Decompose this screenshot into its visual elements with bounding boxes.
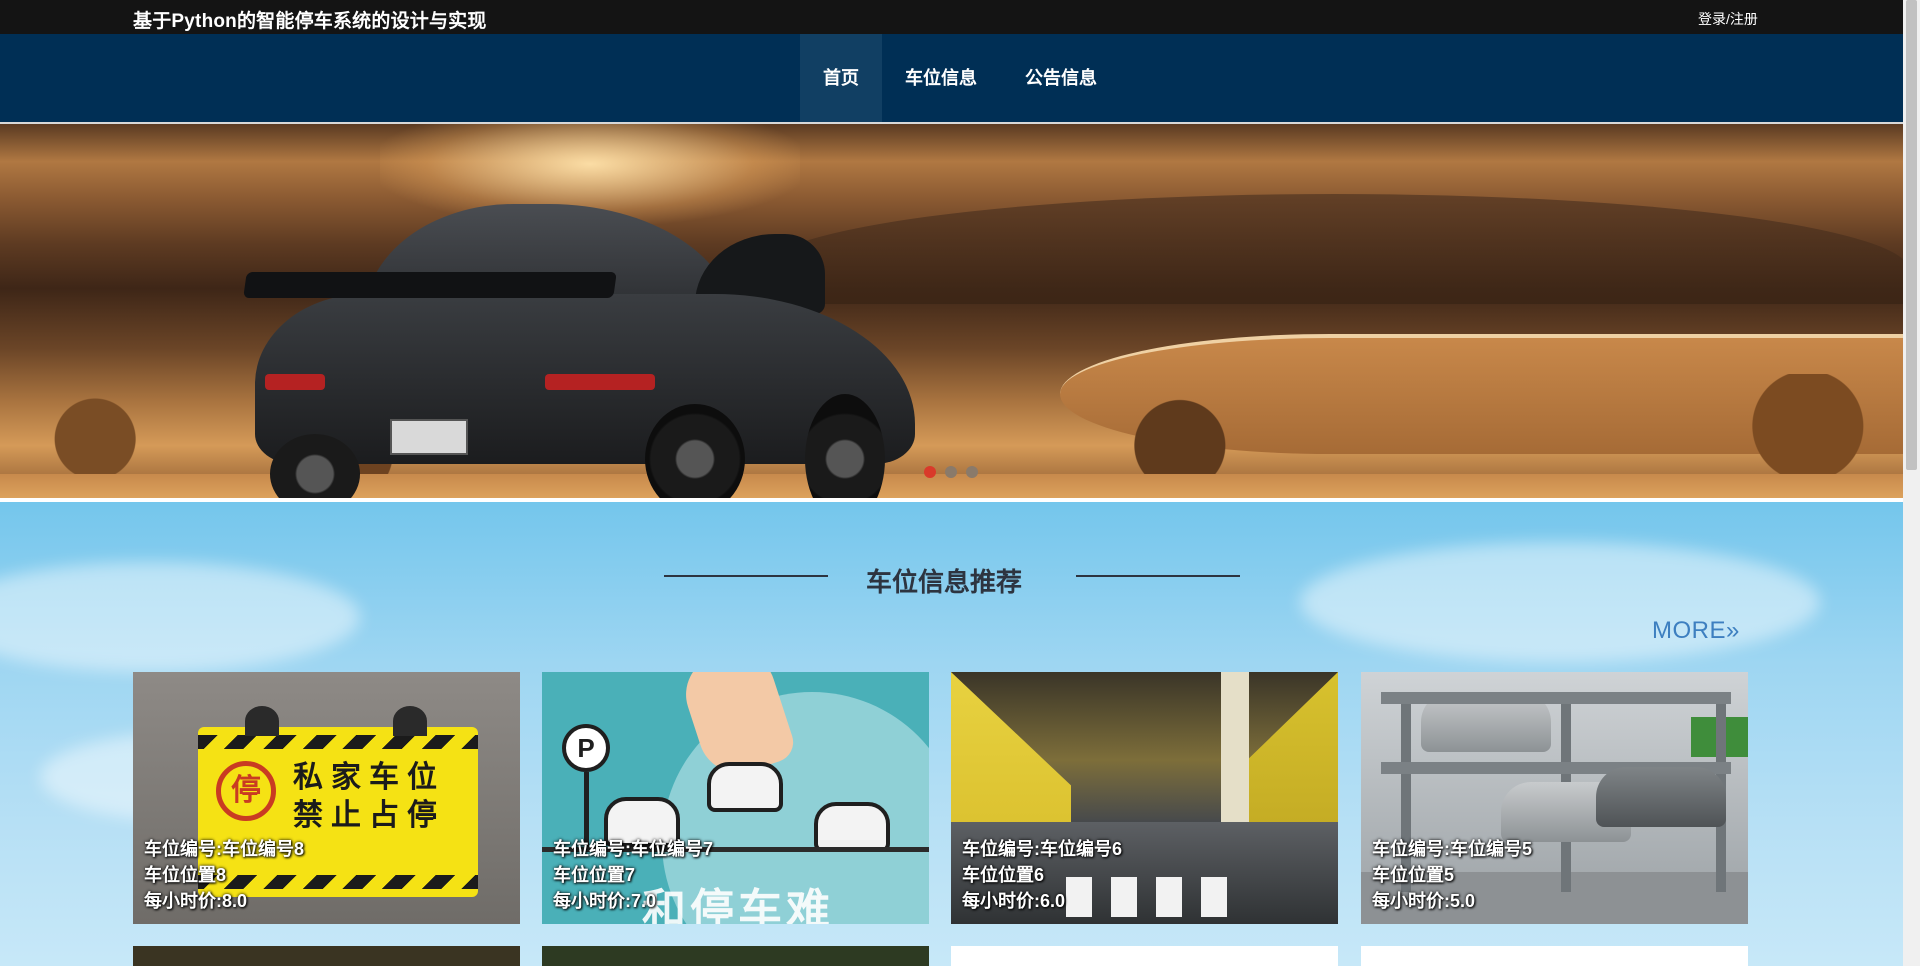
floor-marking <box>1201 877 1227 917</box>
card-info: 车位编号:车位编号6 车位位置6 每小时价:6.0 <box>962 836 1122 914</box>
card-price: 每小时价:5.0 <box>1372 891 1476 911</box>
illustration-car <box>814 802 890 852</box>
card-price: 每小时价:8.0 <box>144 891 248 911</box>
card-id: 车位编号:车位编号6 <box>962 839 1123 859</box>
parking-card-next-row[interactable] <box>133 946 520 966</box>
section-title: 车位信息推荐 <box>866 567 1023 597</box>
parking-card-next-row[interactable] <box>542 946 929 966</box>
floor-marking <box>1156 877 1182 917</box>
double-chevron-right-icon: » <box>1726 617 1740 644</box>
card-location: 车位位置5 <box>1372 865 1455 885</box>
parking-card-next-row[interactable] <box>951 946 1338 966</box>
bg-cloud <box>0 562 360 672</box>
car-spoiler <box>243 272 617 298</box>
garage-pillar <box>1221 672 1249 822</box>
banner-hills <box>760 194 1903 304</box>
card-location: 车位位置8 <box>144 865 227 885</box>
nav-item-announcements[interactable]: 公告信息 <box>1008 34 1114 122</box>
sign-hanger <box>393 706 427 736</box>
parking-card-5[interactable]: 车位编号:车位编号5 车位位置5 每小时价:5.0 <box>1361 672 1748 924</box>
car-taillight <box>545 374 655 390</box>
scrollbar-thumb[interactable] <box>1906 0 1917 470</box>
carousel-indicators <box>924 465 987 478</box>
top-bar: 基于Python的智能停车系统的设计与实现 登录/注册 <box>0 0 1903 34</box>
car-taillight <box>265 374 325 390</box>
card-price: 每小时价:7.0 <box>553 891 657 911</box>
sign-text: 私家车位禁止占停 <box>293 760 445 833</box>
page-scrollbar[interactable] <box>1903 0 1920 966</box>
bg-cloud <box>1300 542 1820 662</box>
parking-card-6[interactable]: 车位编号:车位编号6 车位位置6 每小时价:6.0 <box>951 672 1338 924</box>
card-id: 车位编号:车位编号7 <box>553 839 714 859</box>
card-info: 车位编号:车位编号7 车位位置7 每小时价:7.0 <box>553 836 713 914</box>
illustration-car <box>707 762 783 812</box>
carousel-dot-1[interactable] <box>924 466 936 478</box>
sign-stripe <box>198 735 478 749</box>
card-location: 车位位置7 <box>553 865 636 885</box>
card-id: 车位编号:车位编号8 <box>144 839 305 859</box>
parking-p-icon: P <box>562 724 610 772</box>
login-register-link[interactable]: 登录/注册 <box>1698 9 1758 29</box>
nav-item-parking-info[interactable]: 车位信息 <box>886 34 996 122</box>
lift-car <box>1596 767 1726 827</box>
more-link[interactable]: MORE» <box>1652 617 1740 645</box>
section-title-line-right <box>1076 575 1240 577</box>
parking-recommend-section: 车位信息推荐 MORE» 停 私家车位禁止占停 车位编号:车位编号8 车位位置8… <box>0 502 1903 966</box>
section-title-line-left <box>664 575 828 577</box>
car-plate <box>390 419 468 455</box>
parking-card-7[interactable]: P 和停车难 车位编号:车位编号7 车位位置7 每小时价:7.0 <box>542 672 929 924</box>
card-info: 车位编号:车位编号8 车位位置8 每小时价:8.0 <box>144 836 304 914</box>
card-price: 每小时价:6.0 <box>962 891 1066 911</box>
more-label: MORE <box>1652 617 1726 644</box>
parking-card-next-row[interactable] <box>1361 946 1748 966</box>
card-info: 车位编号:车位编号5 车位位置5 每小时价:5.0 <box>1372 836 1532 914</box>
parking-card-8[interactable]: 停 私家车位禁止占停 车位编号:车位编号8 车位位置8 每小时价:8.0 <box>133 672 520 924</box>
hero-banner[interactable] <box>0 122 1903 498</box>
sign-stop-icon: 停 <box>216 761 276 821</box>
card-id: 车位编号:车位编号5 <box>1372 839 1533 859</box>
carousel-dot-2[interactable] <box>945 466 957 478</box>
main-nav: 首页 车位信息 公告信息 <box>0 34 1903 122</box>
banner-sports-car <box>243 184 915 498</box>
card-location: 车位位置6 <box>962 865 1045 885</box>
lift-rack <box>1381 692 1731 704</box>
sign-hanger <box>245 706 279 736</box>
nav-item-home[interactable]: 首页 <box>800 34 882 122</box>
carousel-dot-3[interactable] <box>966 466 978 478</box>
site-title: 基于Python的智能停车系统的设计与实现 <box>133 11 487 32</box>
